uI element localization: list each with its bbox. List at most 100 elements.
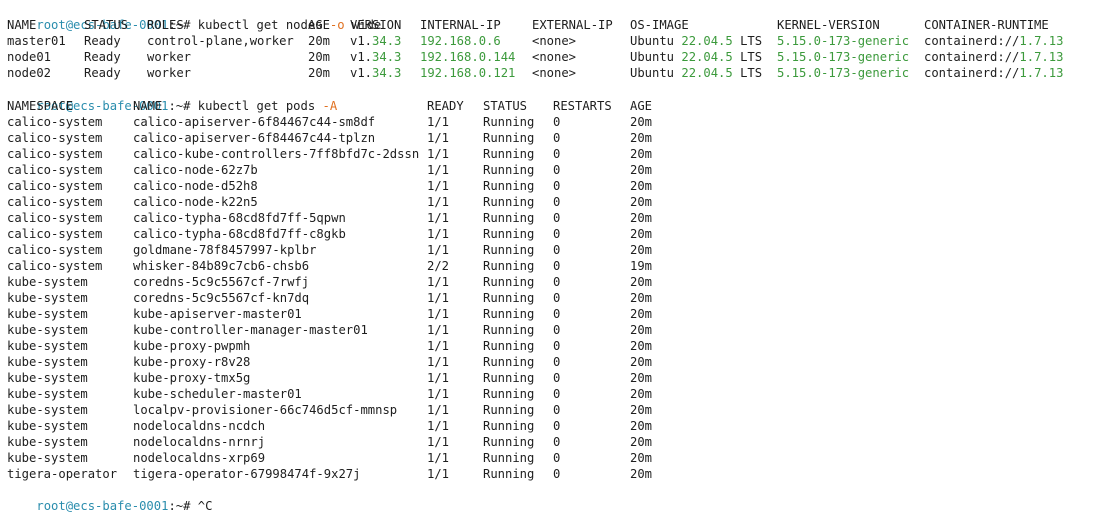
node-status: Ready bbox=[84, 50, 121, 64]
pod-namespace: kube-system bbox=[7, 451, 88, 465]
pod-namespace: kube-system bbox=[7, 435, 88, 449]
pod-status: Running bbox=[483, 387, 535, 401]
node-internal-ip: 192.168.0.121 bbox=[420, 66, 516, 80]
pod-name: calico-apiserver-6f84467c44-sm8df bbox=[133, 115, 376, 129]
node-kernel-version: 5.15.0-173-generic bbox=[777, 34, 910, 48]
pod-ready: 1/1 bbox=[427, 179, 450, 193]
pod-restarts: 0 bbox=[553, 115, 561, 129]
pod-ready: 1/1 bbox=[427, 307, 450, 321]
pod-restarts: 0 bbox=[553, 163, 561, 177]
command-line-get-pods: root@ecs-bafe-0001:~# kubectl get pods -… bbox=[7, 82, 1107, 113]
column-header: OS-IMAGE bbox=[630, 18, 689, 32]
pod-status: Running bbox=[483, 371, 535, 385]
column-header: INTERNAL-IP bbox=[420, 18, 501, 32]
node-row: node01 Ready worker 20m v1.34.3 192.168.… bbox=[7, 49, 1107, 65]
pods-header-row: NAMESPACE NAME READY STATUS RESTARTS AGE bbox=[7, 98, 1107, 114]
node-external-ip: <none> bbox=[532, 50, 577, 64]
pod-namespace: kube-system bbox=[7, 387, 88, 401]
pod-name: kube-scheduler-master01 bbox=[133, 387, 302, 401]
pod-status: Running bbox=[483, 451, 535, 465]
pod-age: 19m bbox=[630, 259, 653, 273]
node-version: v1.34.3 bbox=[350, 34, 402, 48]
pod-age: 20m bbox=[630, 451, 653, 465]
pod-status: Running bbox=[483, 355, 535, 369]
pod-name: kube-apiserver-master01 bbox=[133, 307, 302, 321]
pod-name: calico-apiserver-6f84467c44-tplzn bbox=[133, 131, 376, 145]
node-status: Ready bbox=[84, 66, 121, 80]
pod-ready: 1/1 bbox=[427, 323, 450, 337]
pod-ready: 1/1 bbox=[427, 387, 450, 401]
pod-namespace: kube-system bbox=[7, 403, 88, 417]
node-version: v1.34.3 bbox=[350, 50, 402, 64]
column-header: NAME bbox=[133, 99, 163, 113]
pod-namespace: kube-system bbox=[7, 355, 88, 369]
pod-age: 20m bbox=[630, 211, 653, 225]
pod-age: 20m bbox=[630, 419, 653, 433]
pod-name: coredns-5c9c5567cf-7rwfj bbox=[133, 275, 310, 289]
pod-name: calico-node-d52h8 bbox=[133, 179, 258, 193]
pod-name: goldmane-78f8457997-kplbr bbox=[133, 243, 317, 257]
node-internal-ip: 192.168.0.6 bbox=[420, 34, 501, 48]
node-age: 20m bbox=[308, 66, 331, 80]
pod-age: 20m bbox=[630, 291, 653, 305]
node-name: node01 bbox=[7, 50, 52, 64]
pod-status: Running bbox=[483, 467, 535, 481]
command-text: ^C bbox=[197, 499, 213, 513]
pod-status: Running bbox=[483, 403, 535, 417]
node-name: node02 bbox=[7, 66, 52, 80]
pod-age: 20m bbox=[630, 163, 653, 177]
pod-status: Running bbox=[483, 243, 535, 257]
pod-restarts: 0 bbox=[553, 307, 561, 321]
pod-restarts: 0 bbox=[553, 451, 561, 465]
pod-restarts: 0 bbox=[553, 147, 561, 161]
pod-row: kube-system coredns-5c9c5567cf-7rwfj 1/1 Ru… bbox=[7, 274, 1107, 290]
pod-restarts: 0 bbox=[553, 243, 561, 257]
pod-restarts: 0 bbox=[553, 259, 561, 273]
command-line-get-nodes: root@ecs-bafe-0001:~# kubectl get nodes … bbox=[7, 1, 1107, 32]
pod-name: nodelocaldns-ncdch bbox=[133, 419, 266, 433]
pod-age: 20m bbox=[630, 307, 653, 321]
node-age: 20m bbox=[308, 50, 331, 64]
node-container-runtime: containerd://1.7.13 bbox=[924, 50, 1064, 64]
pod-restarts: 0 bbox=[553, 179, 561, 193]
pod-age: 20m bbox=[630, 227, 653, 241]
pod-name: kube-proxy-tmx5g bbox=[133, 371, 251, 385]
pod-ready: 1/1 bbox=[427, 435, 450, 449]
pod-row: calico-system calico-node-k22n5 1/1 Running… bbox=[7, 194, 1107, 210]
pod-ready: 1/1 bbox=[427, 147, 450, 161]
node-os-image: Ubuntu 22.04.5 LTS bbox=[630, 50, 763, 64]
pod-namespace: kube-system bbox=[7, 371, 88, 385]
pod-restarts: 0 bbox=[553, 387, 561, 401]
pod-row: calico-system calico-typha-68cd8fd7ff-c8g… bbox=[7, 226, 1107, 242]
nodes-header-row: NAME STATUS ROLES AGE VERSION INTERNAL-I… bbox=[7, 17, 1107, 33]
pod-row: kube-system nodelocaldns-ncdch 1/1 Running 0… bbox=[7, 418, 1107, 434]
pod-age: 20m bbox=[630, 179, 653, 193]
pod-namespace: calico-system bbox=[7, 259, 103, 273]
pod-ready: 1/1 bbox=[427, 403, 450, 417]
pod-status: Running bbox=[483, 419, 535, 433]
prompt-user: root@ecs-bafe-0001 bbox=[36, 499, 169, 513]
pod-row: kube-system kube-apiserver-master01 1/1 Run… bbox=[7, 306, 1107, 322]
node-container-runtime: containerd://1.7.13 bbox=[924, 34, 1064, 48]
pod-row: calico-system calico-kube-controllers-7ff… bbox=[7, 146, 1107, 162]
pod-namespace: calico-system bbox=[7, 211, 103, 225]
pod-row: tigera-operator tigera-operator-67998474f… bbox=[7, 466, 1107, 482]
pod-namespace: calico-system bbox=[7, 179, 103, 193]
terminal-window[interactable]: root@ecs-bafe-0001:~# kubectl get nodes … bbox=[0, 0, 1112, 513]
pod-row: calico-system calico-node-d52h8 1/1 Running… bbox=[7, 178, 1107, 194]
pod-row: kube-system kube-proxy-tmx5g 1/1 Running 0 20… bbox=[7, 370, 1107, 386]
pod-restarts: 0 bbox=[553, 467, 561, 481]
pod-namespace: calico-system bbox=[7, 163, 103, 177]
pod-name: localpv-provisioner-66c746d5cf-mmnsp bbox=[133, 403, 398, 417]
pod-status: Running bbox=[483, 115, 535, 129]
node-container-runtime: containerd://1.7.13 bbox=[924, 66, 1064, 80]
pod-row: kube-system kube-proxy-r8v28 1/1 Running 0 20… bbox=[7, 354, 1107, 370]
prompt-separator: :~# bbox=[168, 499, 198, 513]
pod-ready: 1/1 bbox=[427, 467, 450, 481]
pod-age: 20m bbox=[630, 387, 653, 401]
pod-namespace: kube-system bbox=[7, 323, 88, 337]
pod-age: 20m bbox=[630, 147, 653, 161]
pod-status: Running bbox=[483, 195, 535, 209]
node-kernel-version: 5.15.0-173-generic bbox=[777, 66, 910, 80]
pod-namespace: calico-system bbox=[7, 227, 103, 241]
